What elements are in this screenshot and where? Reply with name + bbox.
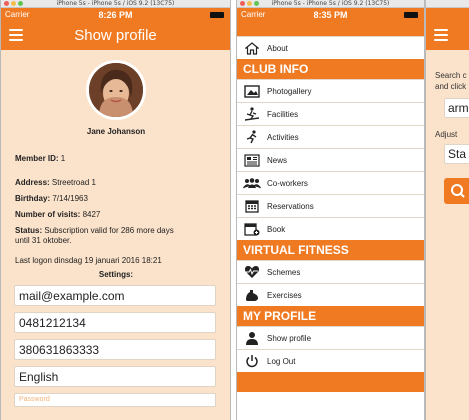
profile-name: Jane Johanson	[86, 127, 146, 136]
status-row: Status: Subscription valid for 286 more …	[15, 226, 174, 245]
avatar-photo	[89, 63, 143, 117]
menu-item-facilities[interactable]: Facilities	[237, 102, 424, 125]
window-titlebar	[426, 0, 469, 8]
home-icon	[243, 40, 261, 56]
window-title: iPhone 5s - iPhone 5s / iOS 9.2 (13C75)	[271, 0, 390, 7]
menu-section-virtual-fitness: VIRTUAL FITNESS	[237, 240, 424, 260]
battery-icon	[210, 12, 224, 18]
window-titlebar: iPhone 5s - iPhone 5s / iOS 9.2 (13C75)	[237, 0, 424, 8]
partial-search-screen: Search c and click arm Adjust Sta	[425, 0, 469, 420]
address-row: Address: Streetroad 1	[15, 178, 96, 187]
menu-item-activities[interactable]: Activities	[237, 125, 424, 148]
menu-item-exercises[interactable]: Exercises	[237, 283, 424, 306]
language-select[interactable]: English	[14, 366, 216, 387]
menu-item-news[interactable]: News	[237, 148, 424, 171]
page-title: Show profile	[74, 27, 157, 44]
photo-gallery-icon	[243, 83, 261, 99]
adjust-select[interactable]: Sta	[444, 144, 469, 164]
menu-item-reservations[interactable]: Reservations	[237, 194, 424, 217]
menu-item-photogallery[interactable]: Photogallery	[237, 79, 424, 102]
birthday-row: Birthday: 7/14/1963	[15, 194, 88, 203]
simulator-window-menu: iPhone 5s - iPhone 5s / iOS 9.2 (13C75) …	[236, 0, 425, 420]
calendar-icon	[243, 198, 261, 214]
search-content: Search c and click arm Adjust Sta	[426, 50, 469, 420]
search-instructions: Search c and click	[435, 71, 467, 91]
battery-icon	[404, 12, 418, 18]
profile-content: Jane Johanson Member ID: 1 Address: Stre…	[1, 50, 230, 420]
status-bar: Carrier 8:26 PM	[1, 8, 230, 22]
simulator-window-profile: iPhone 5s - iPhone 5s / iOS 9.2 (13C75) …	[0, 0, 231, 420]
user-icon	[243, 330, 261, 346]
search-icon	[451, 184, 465, 198]
clock: 8:26 PM	[98, 10, 133, 20]
menu-item-show-profile[interactable]: Show profile	[237, 326, 424, 349]
menu-section-club-info: CLUB INFO	[237, 59, 424, 79]
heartbeat-icon	[243, 264, 261, 280]
last-logon: Last logon dinsdag 19 januari 2016 18:21	[15, 256, 162, 265]
power-icon	[243, 353, 261, 369]
menu-section-my-profile: MY PROFILE	[237, 306, 424, 326]
menu-item-coworkers[interactable]: Co-workers	[237, 171, 424, 194]
calendar-add-icon	[243, 221, 261, 237]
search-button[interactable]	[444, 178, 469, 204]
menu-item-schemes[interactable]: Schemes	[237, 260, 424, 283]
search-input[interactable]: arm	[444, 98, 469, 118]
menu-item-book[interactable]: Book	[237, 217, 424, 240]
phone-field[interactable]: 0481212134	[14, 312, 216, 333]
mobile-field[interactable]: 380631863333	[14, 339, 216, 360]
app-header	[426, 22, 469, 50]
member-id-row: Member ID: 1	[15, 154, 66, 163]
runner-icon	[243, 129, 261, 145]
status-bar	[426, 8, 469, 22]
window-titlebar: iPhone 5s - iPhone 5s / iOS 9.2 (13C75)	[1, 0, 230, 8]
settings-title: Settings:	[98, 270, 134, 279]
side-menu: About CLUB INFO Photogallery Facilities …	[237, 22, 424, 392]
adjust-label: Adjust	[435, 130, 458, 139]
group-icon	[243, 175, 261, 191]
avatar	[86, 60, 146, 120]
stage: iPhone 5s - iPhone 5s / iOS 9.2 (13C75) …	[0, 0, 469, 420]
email-field[interactable]: mail@example.com	[14, 285, 216, 306]
clock: 8:35 PM	[313, 10, 348, 20]
status-bar: Carrier 8:35 PM	[237, 8, 424, 22]
app-header: Show profile	[1, 22, 230, 50]
newspaper-icon	[243, 152, 261, 168]
password-field[interactable]: Password	[14, 393, 216, 407]
treadmill-icon	[243, 106, 261, 122]
flexed-arm-icon	[243, 287, 261, 303]
visits-row: Number of visits: 8427	[15, 210, 101, 219]
menu-item-logout[interactable]: Log Out	[237, 349, 424, 372]
hamburger-menu-icon[interactable]	[434, 29, 448, 41]
menu-item-about[interactable]: About	[237, 36, 424, 59]
window-title: iPhone 5s - iPhone 5s / iOS 9.2 (13C75)	[56, 0, 175, 7]
